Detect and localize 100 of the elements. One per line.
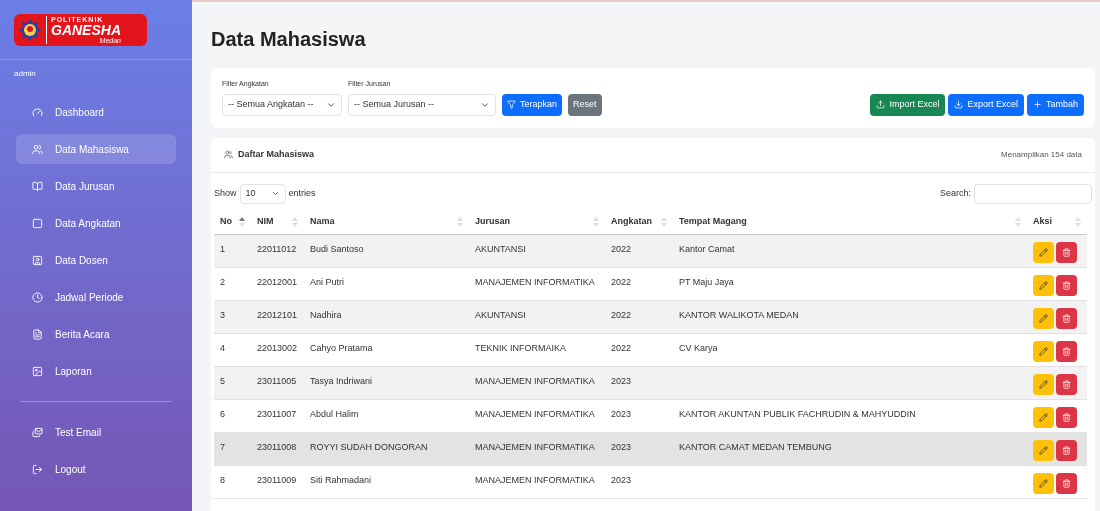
sidebar-item[interactable]: Laporan xyxy=(16,356,176,386)
column-header[interactable]: Angkatan xyxy=(605,209,673,235)
table-cell: 6 xyxy=(220,409,225,419)
edit-button[interactable] xyxy=(1033,440,1054,461)
filter-select[interactable]: -- Semua Jurusan -- xyxy=(348,93,496,116)
table-cell: KANTOR AKUNTAN PUBLIK FACHRUDIN & MAHYUDDIN xyxy=(679,409,916,419)
table-cell: 1 xyxy=(220,244,225,254)
table-cell: 2023 xyxy=(611,376,632,386)
table-cell: Budi Santoso xyxy=(310,244,364,254)
table-cell: Ani Putri xyxy=(310,277,344,287)
table-cell: 2023 xyxy=(611,475,632,485)
table-cell: 2022 xyxy=(611,343,632,353)
table-cell: KANTOR CAMAT MEDAN TEMBUNG xyxy=(679,442,832,452)
record-count: Menampilkan 154 data xyxy=(1001,148,1082,161)
trash-icon xyxy=(1062,380,1071,389)
action-icon xyxy=(1032,100,1042,109)
table-cell: 8 xyxy=(220,475,225,485)
sidebar-item[interactable]: Test Email xyxy=(16,417,176,447)
nav-icon xyxy=(32,106,43,118)
table-cell: 2022 xyxy=(611,277,632,287)
delete-button[interactable] xyxy=(1056,275,1077,296)
table-cell: MANAJEMEN INFORMATIKA xyxy=(475,409,595,419)
delete-button[interactable] xyxy=(1056,308,1077,329)
nav-icon xyxy=(32,254,43,266)
table-cell: AKUNTANSI xyxy=(475,244,526,254)
delete-button[interactable] xyxy=(1056,374,1077,395)
nav-icon xyxy=(32,143,43,155)
column-header[interactable]: Aksi xyxy=(1027,209,1087,235)
edit-button[interactable] xyxy=(1033,275,1054,296)
edit-button[interactable] xyxy=(1033,407,1054,428)
edit-button[interactable] xyxy=(1033,374,1054,395)
trash-icon xyxy=(1062,281,1071,290)
table-cell: 2022 xyxy=(611,310,632,320)
edit-button[interactable] xyxy=(1033,242,1054,263)
trash-icon xyxy=(1062,248,1071,257)
action-button[interactable]: Tambah xyxy=(1026,93,1084,116)
table-cell: 23011005 xyxy=(257,376,297,386)
delete-button[interactable] xyxy=(1056,341,1077,362)
emblem-icon xyxy=(18,17,42,42)
delete-button[interactable] xyxy=(1056,242,1077,263)
sidebar-item[interactable]: Berita Acara xyxy=(16,319,176,349)
delete-button[interactable] xyxy=(1056,440,1077,461)
table-cell: MANAJEMEN INFORMATIKA xyxy=(475,475,595,485)
length-select[interactable]: 10 xyxy=(239,183,286,204)
sidebar-item[interactable]: Data Dosen xyxy=(16,245,176,275)
table-cell: Kantor Camat xyxy=(679,244,735,254)
pencil-icon xyxy=(1039,413,1048,422)
nav-icon xyxy=(32,291,43,303)
delete-button[interactable] xyxy=(1056,473,1077,494)
trash-icon xyxy=(1062,347,1071,356)
length-label: entries xyxy=(288,186,316,200)
table-cell: MANAJEMEN INFORMATIKA xyxy=(475,277,595,287)
nav-icon xyxy=(32,426,43,438)
trash-icon xyxy=(1062,479,1071,488)
edit-button[interactable] xyxy=(1033,308,1054,329)
table-cell: 2 xyxy=(220,277,225,287)
action-button[interactable]: Import Excel xyxy=(870,93,946,116)
delete-button[interactable] xyxy=(1056,407,1077,428)
nav-icon xyxy=(32,365,43,377)
page-title: Data Mahasiswa xyxy=(211,27,367,52)
column-header[interactable]: NIM xyxy=(251,209,304,235)
search-field[interactable] xyxy=(974,183,1092,204)
table-cell: CV Karya xyxy=(679,343,718,353)
table-cell: 2023 xyxy=(611,409,632,419)
chevron-down-icon xyxy=(270,189,280,198)
card-title: Daftar Mahasiswa xyxy=(238,147,315,161)
pencil-icon xyxy=(1039,446,1048,455)
table-cell: 22012101 xyxy=(257,310,298,320)
table-cell: 5 xyxy=(220,376,225,386)
pencil-icon xyxy=(1039,281,1048,290)
column-header[interactable]: Tempat Magang xyxy=(673,209,1027,235)
table-cell: TEKNIK INFORMAIKA xyxy=(475,343,566,353)
sidebar-item[interactable]: Data Angkatan xyxy=(16,208,176,238)
nav-icon xyxy=(32,180,43,192)
table-cell: 7 xyxy=(220,442,225,452)
table-cell: ROYYI SUDAH DONGORAN xyxy=(310,442,428,452)
sidebar-item[interactable]: Data Jurusan xyxy=(16,171,176,201)
nav-icon xyxy=(32,328,43,340)
pencil-icon xyxy=(1039,380,1048,389)
sidebar-item[interactable]: Jadwal Periode xyxy=(16,282,176,312)
pencil-icon xyxy=(1039,347,1048,356)
filter-select[interactable]: -- Semua Angkatan -- xyxy=(222,93,342,116)
sidebar-item[interactable]: Data Mahasiswa xyxy=(16,134,176,164)
column-header[interactable]: No xyxy=(214,209,251,235)
pencil-icon xyxy=(1039,248,1048,257)
column-header[interactable]: Jurusan xyxy=(469,209,605,235)
sidebar-item[interactable]: Dashboard xyxy=(16,97,176,127)
pencil-icon xyxy=(1039,314,1048,323)
nav-icon xyxy=(32,217,43,229)
pencil-icon xyxy=(1039,479,1048,488)
sidebar-item[interactable]: Logout xyxy=(16,454,176,484)
column-header[interactable]: Nama xyxy=(304,209,469,235)
filter-button[interactable]: Reset xyxy=(568,93,602,116)
edit-button[interactable] xyxy=(1033,341,1054,362)
action-button[interactable]: Export Excel xyxy=(948,93,1024,116)
trash-icon xyxy=(1062,446,1071,455)
table-cell: KANTOR WALIKOTA MEDAN xyxy=(679,310,799,320)
filter-button[interactable]: Terapkan xyxy=(502,93,563,116)
filter-icon xyxy=(507,100,516,109)
edit-button[interactable] xyxy=(1033,473,1054,494)
